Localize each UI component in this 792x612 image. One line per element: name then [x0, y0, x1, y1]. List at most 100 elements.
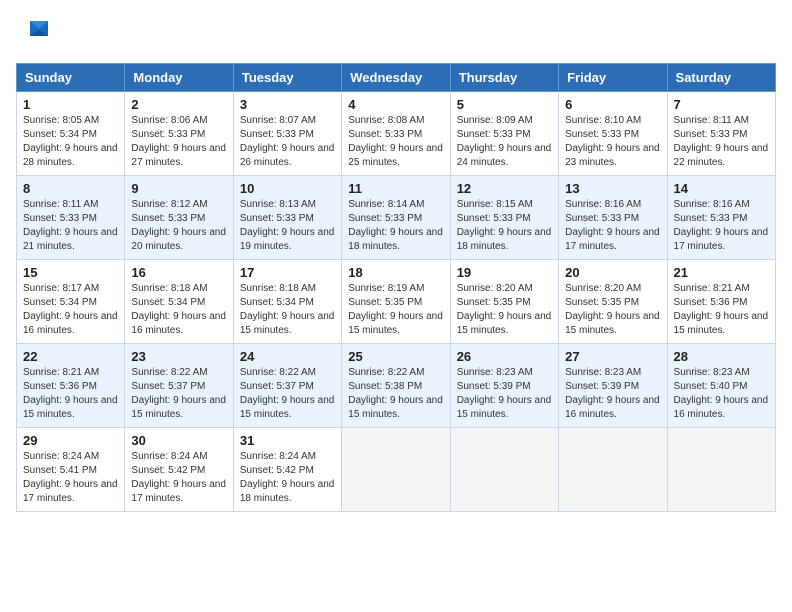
calendar-day-cell: 28 Sunrise: 8:23 AM Sunset: 5:40 PM Dayl… — [667, 344, 775, 428]
day-number: 5 — [457, 97, 552, 112]
weekday-header: Monday — [125, 64, 233, 92]
calendar-week-row: 22 Sunrise: 8:21 AM Sunset: 5:36 PM Dayl… — [17, 344, 776, 428]
calendar-day-cell: 24 Sunrise: 8:22 AM Sunset: 5:37 PM Dayl… — [233, 344, 341, 428]
logo — [16, 16, 50, 51]
day-info: Sunrise: 8:22 AM Sunset: 5:37 PM Dayligh… — [131, 366, 226, 422]
calendar-day-cell: 18 Sunrise: 8:19 AM Sunset: 5:35 PM Dayl… — [342, 260, 450, 344]
day-info: Sunrise: 8:11 AM Sunset: 5:33 PM Dayligh… — [674, 114, 769, 170]
day-number: 10 — [240, 181, 335, 196]
calendar-day-cell: 9 Sunrise: 8:12 AM Sunset: 5:33 PM Dayli… — [125, 176, 233, 260]
calendar-header-row: SundayMondayTuesdayWednesdayThursdayFrid… — [17, 64, 776, 92]
day-info: Sunrise: 8:22 AM Sunset: 5:37 PM Dayligh… — [240, 366, 335, 422]
calendar-day-cell: 6 Sunrise: 8:10 AM Sunset: 5:33 PM Dayli… — [559, 92, 667, 176]
day-number: 3 — [240, 97, 335, 112]
day-info: Sunrise: 8:11 AM Sunset: 5:33 PM Dayligh… — [23, 198, 118, 254]
weekday-header: Tuesday — [233, 64, 341, 92]
calendar-week-row: 15 Sunrise: 8:17 AM Sunset: 5:34 PM Dayl… — [17, 260, 776, 344]
day-number: 18 — [348, 265, 443, 280]
day-info: Sunrise: 8:21 AM Sunset: 5:36 PM Dayligh… — [23, 366, 118, 422]
day-info: Sunrise: 8:16 AM Sunset: 5:33 PM Dayligh… — [674, 198, 769, 254]
day-number: 8 — [23, 181, 118, 196]
calendar-day-cell: 30 Sunrise: 8:24 AM Sunset: 5:42 PM Dayl… — [125, 428, 233, 512]
day-number: 12 — [457, 181, 552, 196]
day-number: 20 — [565, 265, 660, 280]
day-info: Sunrise: 8:18 AM Sunset: 5:34 PM Dayligh… — [131, 282, 226, 338]
calendar-day-cell: 5 Sunrise: 8:09 AM Sunset: 5:33 PM Dayli… — [450, 92, 558, 176]
day-number: 16 — [131, 265, 226, 280]
day-info: Sunrise: 8:21 AM Sunset: 5:36 PM Dayligh… — [674, 282, 769, 338]
day-info: Sunrise: 8:09 AM Sunset: 5:33 PM Dayligh… — [457, 114, 552, 170]
day-info: Sunrise: 8:07 AM Sunset: 5:33 PM Dayligh… — [240, 114, 335, 170]
day-info: Sunrise: 8:20 AM Sunset: 5:35 PM Dayligh… — [457, 282, 552, 338]
calendar-day-cell: 1 Sunrise: 8:05 AM Sunset: 5:34 PM Dayli… — [17, 92, 125, 176]
day-info: Sunrise: 8:18 AM Sunset: 5:34 PM Dayligh… — [240, 282, 335, 338]
day-number: 24 — [240, 349, 335, 364]
day-number: 27 — [565, 349, 660, 364]
logo-icon — [20, 16, 50, 51]
calendar-day-cell — [450, 428, 558, 512]
calendar-day-cell: 25 Sunrise: 8:22 AM Sunset: 5:38 PM Dayl… — [342, 344, 450, 428]
calendar-day-cell — [667, 428, 775, 512]
calendar-table: SundayMondayTuesdayWednesdayThursdayFrid… — [16, 63, 776, 512]
day-info: Sunrise: 8:23 AM Sunset: 5:40 PM Dayligh… — [674, 366, 769, 422]
day-info: Sunrise: 8:24 AM Sunset: 5:42 PM Dayligh… — [131, 450, 226, 506]
day-number: 13 — [565, 181, 660, 196]
day-number: 28 — [674, 349, 769, 364]
day-number: 11 — [348, 181, 443, 196]
calendar-day-cell: 13 Sunrise: 8:16 AM Sunset: 5:33 PM Dayl… — [559, 176, 667, 260]
day-info: Sunrise: 8:12 AM Sunset: 5:33 PM Dayligh… — [131, 198, 226, 254]
day-info: Sunrise: 8:23 AM Sunset: 5:39 PM Dayligh… — [457, 366, 552, 422]
calendar-day-cell: 4 Sunrise: 8:08 AM Sunset: 5:33 PM Dayli… — [342, 92, 450, 176]
calendar-day-cell: 19 Sunrise: 8:20 AM Sunset: 5:35 PM Dayl… — [450, 260, 558, 344]
day-number: 31 — [240, 433, 335, 448]
calendar-day-cell: 15 Sunrise: 8:17 AM Sunset: 5:34 PM Dayl… — [17, 260, 125, 344]
calendar-day-cell: 11 Sunrise: 8:14 AM Sunset: 5:33 PM Dayl… — [342, 176, 450, 260]
day-number: 1 — [23, 97, 118, 112]
day-info: Sunrise: 8:16 AM Sunset: 5:33 PM Dayligh… — [565, 198, 660, 254]
calendar-week-row: 8 Sunrise: 8:11 AM Sunset: 5:33 PM Dayli… — [17, 176, 776, 260]
day-number: 17 — [240, 265, 335, 280]
weekday-header: Wednesday — [342, 64, 450, 92]
day-info: Sunrise: 8:15 AM Sunset: 5:33 PM Dayligh… — [457, 198, 552, 254]
calendar-day-cell: 8 Sunrise: 8:11 AM Sunset: 5:33 PM Dayli… — [17, 176, 125, 260]
day-number: 2 — [131, 97, 226, 112]
weekday-header: Friday — [559, 64, 667, 92]
calendar-day-cell — [342, 428, 450, 512]
day-number: 9 — [131, 181, 226, 196]
calendar-day-cell: 31 Sunrise: 8:24 AM Sunset: 5:42 PM Dayl… — [233, 428, 341, 512]
day-info: Sunrise: 8:22 AM Sunset: 5:38 PM Dayligh… — [348, 366, 443, 422]
day-info: Sunrise: 8:23 AM Sunset: 5:39 PM Dayligh… — [565, 366, 660, 422]
day-info: Sunrise: 8:17 AM Sunset: 5:34 PM Dayligh… — [23, 282, 118, 338]
day-info: Sunrise: 8:19 AM Sunset: 5:35 PM Dayligh… — [348, 282, 443, 338]
calendar-day-cell: 14 Sunrise: 8:16 AM Sunset: 5:33 PM Dayl… — [667, 176, 775, 260]
day-info: Sunrise: 8:05 AM Sunset: 5:34 PM Dayligh… — [23, 114, 118, 170]
calendar-day-cell: 29 Sunrise: 8:24 AM Sunset: 5:41 PM Dayl… — [17, 428, 125, 512]
page-header — [16, 16, 776, 51]
day-info: Sunrise: 8:08 AM Sunset: 5:33 PM Dayligh… — [348, 114, 443, 170]
calendar-day-cell — [559, 428, 667, 512]
day-number: 19 — [457, 265, 552, 280]
calendar-day-cell: 21 Sunrise: 8:21 AM Sunset: 5:36 PM Dayl… — [667, 260, 775, 344]
day-number: 23 — [131, 349, 226, 364]
day-number: 15 — [23, 265, 118, 280]
weekday-header: Thursday — [450, 64, 558, 92]
day-number: 26 — [457, 349, 552, 364]
day-info: Sunrise: 8:24 AM Sunset: 5:42 PM Dayligh… — [240, 450, 335, 506]
day-number: 25 — [348, 349, 443, 364]
calendar-day-cell: 27 Sunrise: 8:23 AM Sunset: 5:39 PM Dayl… — [559, 344, 667, 428]
calendar-day-cell: 7 Sunrise: 8:11 AM Sunset: 5:33 PM Dayli… — [667, 92, 775, 176]
calendar-day-cell: 20 Sunrise: 8:20 AM Sunset: 5:35 PM Dayl… — [559, 260, 667, 344]
day-number: 21 — [674, 265, 769, 280]
calendar-day-cell: 3 Sunrise: 8:07 AM Sunset: 5:33 PM Dayli… — [233, 92, 341, 176]
day-number: 6 — [565, 97, 660, 112]
weekday-header: Saturday — [667, 64, 775, 92]
calendar-day-cell: 16 Sunrise: 8:18 AM Sunset: 5:34 PM Dayl… — [125, 260, 233, 344]
calendar-day-cell: 23 Sunrise: 8:22 AM Sunset: 5:37 PM Dayl… — [125, 344, 233, 428]
calendar-day-cell: 17 Sunrise: 8:18 AM Sunset: 5:34 PM Dayl… — [233, 260, 341, 344]
calendar-week-row: 1 Sunrise: 8:05 AM Sunset: 5:34 PM Dayli… — [17, 92, 776, 176]
day-number: 7 — [674, 97, 769, 112]
day-number: 29 — [23, 433, 118, 448]
calendar-day-cell: 22 Sunrise: 8:21 AM Sunset: 5:36 PM Dayl… — [17, 344, 125, 428]
calendar-day-cell: 10 Sunrise: 8:13 AM Sunset: 5:33 PM Dayl… — [233, 176, 341, 260]
day-info: Sunrise: 8:14 AM Sunset: 5:33 PM Dayligh… — [348, 198, 443, 254]
